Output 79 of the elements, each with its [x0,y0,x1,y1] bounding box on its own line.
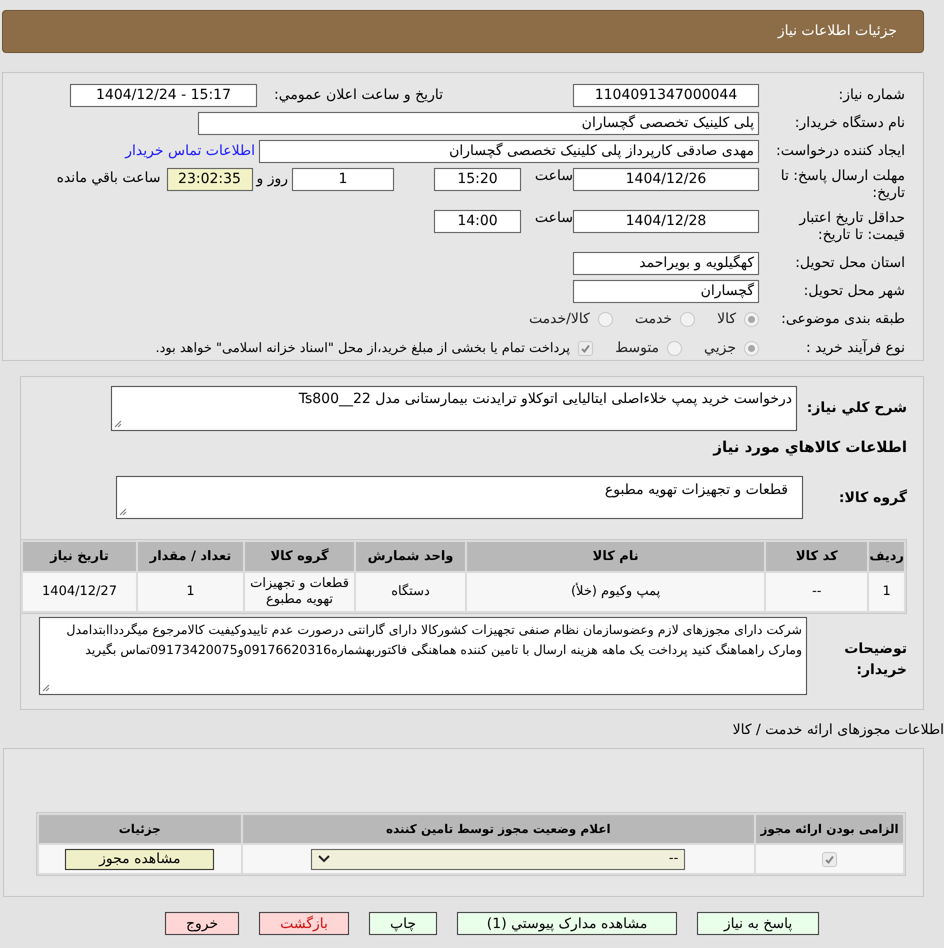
action-button[interactable]: مشاهده مدارک پیوستي (1) [457,912,678,935]
resize-grip-icon [119,508,127,516]
description-field[interactable]: درخواست خرید پمپ خلاءاصلی ایتالیایی اتوکلاو ترایدنت بیمارستانی مدل 22__Ts800 [111,386,797,431]
field-label: تاریخ و ساعت اعلان عمومي: [273,87,443,104]
field-label: ایجاد کننده درخواست: [775,143,905,160]
table-cell: 1 [869,573,904,611]
action-button[interactable]: خروج [164,912,240,935]
goods-group-field[interactable]: قطعات و تجهیزات تهویه مطبوع [116,476,803,519]
column-header: اعلام وضعیت مجوز توسط تامین کننده [242,815,754,843]
column-header: الزامی بودن ارائه مجوز [756,815,903,843]
action-button[interactable]: چاپ [368,912,438,935]
table-cell: 1 [138,573,244,611]
field-label: حداقل تاریخ اعتبار قیمت: تا تاریخ: [798,210,905,244]
text-field[interactable]: 14:00 [434,210,521,234]
table-cell: دستگاه [356,573,466,611]
resize-grip-icon [114,420,122,428]
checkbox[interactable] [822,852,838,866]
column-header: تعداد / مقدار [138,542,243,571]
radio-button[interactable] [680,312,696,328]
status-dropdown[interactable]: -- [311,848,686,870]
resize-grip-icon [42,684,50,692]
table-cell: -- [766,573,868,611]
text-field[interactable]: مهدی صادقی کارپرداز پلی کلینیک تخصصی گچساران [259,140,759,163]
field-label: مهلت ارسال پاسخ: تا تاریخ: [780,168,905,202]
action-button[interactable]: پاسخ به نیاز [697,912,820,935]
page-title: جزئیات اطلاعات نیاز [778,22,897,41]
days-label: روز و [256,170,288,189]
section-title: اطلاعات مجوزهای ارائه خدمت / کالا [732,720,944,740]
checkbox[interactable] [578,340,594,356]
text-field[interactable]: کهگیلویه و بویراحمد [573,252,759,276]
field-label: شماره نیاز: [838,87,905,104]
column-header: ردیف [869,542,904,571]
field-label: طبقه بندی موضوعی: [780,311,905,328]
remaining-time-field[interactable]: 23:02:35 [166,168,252,191]
radio-button[interactable] [744,312,759,328]
chevron-down-icon [318,855,330,863]
field-label: نوع فرآیند خرید : [805,340,905,357]
radio-label: متوسط [615,338,660,358]
payment-note: پرداخت تمام یا بخشی از مبلغ خرید،از محل "اسناد خزانه اسلامی" خواهد بود. [155,340,570,358]
text-field[interactable]: 15:20 [434,168,521,191]
column-header: جزئیات [39,815,241,843]
text-field[interactable]: 1404/12/26 [573,168,759,191]
text-field[interactable]: پلی کلینیک تخصصی گچساران [198,112,759,135]
text-field[interactable]: 1404/12/28 [573,210,759,234]
radio-button[interactable] [744,340,759,356]
radio-label: خدمت [634,310,672,330]
time-label: ساعت [534,210,573,228]
text-field[interactable]: گچساران [573,280,759,304]
action-button[interactable]: بازگشت [259,912,349,935]
table-cell: پمپ وکیوم (خلأ) [467,573,764,611]
column-header: واحد شمارش [356,542,465,571]
buyer-contact-link[interactable]: اطلاعات تماس خریدار [125,141,255,162]
description-label: شرح کلي نیاز: [806,400,907,416]
section-title: اطلاعات کالاهاي مورد نیاز [713,436,907,458]
checkmark-icon [580,342,592,354]
buyer-notes-field[interactable]: شرکت دارای مجوزهای لازم وعضوسازمان نظام صنفی تجهیزات کشورکالا دارای گارانتی درصورت عدم تاییدوکیفیت کالامرجوع میگردداابتدامدل ومارک راهماهنگ کنید پرداخت یک ماهه هزینه ارسال با تامین کننده هماهنگی فاکتوربهشماره09176620316و09173420075تماس بگیرید [39,617,807,695]
goods-group-label: گروه کالا: [838,490,907,506]
field-label: نام دستگاه خریدار: [794,115,905,132]
column-header: تاریخ نیاز [23,542,136,571]
column-header: گروه کالا [244,542,354,571]
column-header: نام کالا [466,542,764,571]
radio-label: کالا [717,310,736,330]
remaining-label: ساعت باقي مانده [56,169,160,188]
radio-button[interactable] [667,340,682,356]
view-license-button[interactable]: مشاهده مجوز [65,848,214,870]
table-cell: 1404/12/27 [23,573,136,611]
field-label: استان محل تحویل: [794,255,905,272]
text-field[interactable]: 1104091347000044 [573,84,759,107]
radio-label: جزيي [704,338,736,358]
field-label: شهر محل تحویل: [802,283,905,300]
checkmark-icon [824,854,836,864]
table-cell: قطعات و تجهیزات تهویه مطبوع [245,573,354,611]
radio-label: کالا/خدمت [528,310,590,330]
buyer-notes-label: توضیحات خریدار: [844,641,907,678]
time-label: ساعت [534,168,573,185]
radio-button[interactable] [598,312,613,328]
text-field[interactable]: 1 [292,168,394,191]
text-field[interactable]: 1404/12/24 - 15:17 [70,84,257,107]
column-header: کد کالا [766,542,868,571]
